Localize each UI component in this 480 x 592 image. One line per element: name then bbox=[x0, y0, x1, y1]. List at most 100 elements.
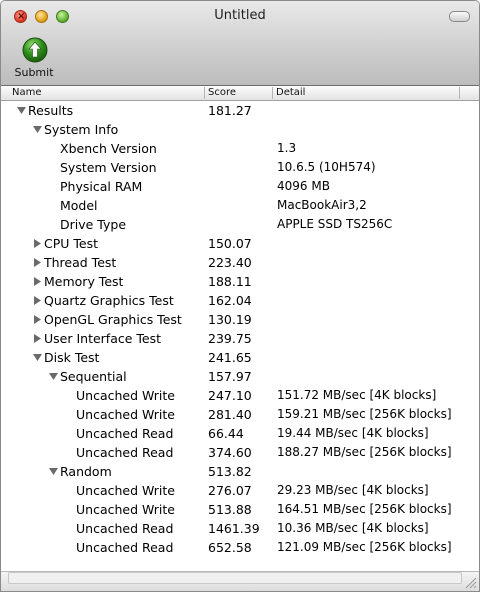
submit-label: Submit bbox=[14, 66, 54, 79]
resize-grip-icon[interactable] bbox=[463, 575, 477, 589]
disclosure-triangle-open-icon[interactable] bbox=[33, 353, 42, 362]
outline-row[interactable]: System Version 10.6.5 (10H574) bbox=[1, 158, 479, 177]
outline-row[interactable]: Physical RAM 4096 MB bbox=[1, 177, 479, 196]
row-name: Uncached Read bbox=[76, 445, 174, 460]
row-name: Drive Type bbox=[60, 217, 127, 232]
horizontal-scrollbar[interactable] bbox=[8, 572, 462, 584]
outline-row[interactable]: CPU Test 150.07 bbox=[1, 234, 479, 253]
row-score: 513.82 bbox=[208, 464, 252, 479]
row-score: 239.75 bbox=[208, 331, 252, 346]
row-name: Thread Test bbox=[44, 255, 117, 270]
row-detail: 10.36 MB/sec [4K blocks] bbox=[277, 521, 429, 535]
row-detail: APPLE SSD TS256C bbox=[277, 217, 393, 231]
disclosure-triangle-open-icon[interactable] bbox=[17, 106, 26, 115]
row-score: 276.07 bbox=[208, 483, 252, 498]
row-detail: 29.23 MB/sec [4K blocks] bbox=[277, 483, 429, 497]
outline-row[interactable]: Uncached Write 281.40 159.21 MB/sec [256K … bbox=[1, 405, 479, 424]
window-title: Untitled bbox=[214, 8, 266, 23]
outline-row[interactable]: Model MacBookAir3,2 bbox=[1, 196, 479, 215]
row-detail: 188.27 MB/sec [256K blocks] bbox=[277, 445, 452, 459]
outline-row[interactable]: Random 513.82 bbox=[1, 462, 479, 481]
row-score: 374.60 bbox=[208, 445, 252, 460]
row-name: Sequential bbox=[60, 369, 127, 384]
disclosure-triangle-closed-icon[interactable] bbox=[33, 334, 42, 343]
column-header-name[interactable]: Name bbox=[9, 86, 204, 100]
row-name: Random bbox=[60, 464, 112, 479]
disclosure-triangle-closed-icon[interactable] bbox=[33, 277, 42, 286]
row-score: 66.44 bbox=[208, 426, 244, 441]
row-score: 281.40 bbox=[208, 407, 252, 422]
row-score: 247.10 bbox=[208, 388, 252, 403]
row-score: 150.07 bbox=[208, 236, 252, 251]
row-score: 162.04 bbox=[208, 293, 252, 308]
toolbar-toggle-button[interactable] bbox=[449, 11, 470, 22]
outline-row[interactable]: Uncached Read 374.60 188.27 MB/sec [256K b… bbox=[1, 443, 479, 462]
disclosure-triangle-closed-icon[interactable] bbox=[33, 239, 42, 248]
submit-arrow-icon bbox=[22, 37, 48, 63]
row-name: System Info bbox=[44, 122, 119, 137]
row-detail: 1.3 bbox=[277, 141, 297, 155]
row-name: Uncached Read bbox=[76, 540, 174, 555]
row-name: System Version bbox=[60, 160, 157, 175]
disclosure-triangle-closed-icon[interactable] bbox=[33, 315, 42, 324]
row-score: 223.40 bbox=[208, 255, 252, 270]
row-detail: MacBookAir3,2 bbox=[277, 198, 367, 212]
outline-row[interactable]: Results 181.27 bbox=[1, 101, 479, 120]
column-header-score[interactable]: Score bbox=[205, 86, 272, 100]
outline-row[interactable]: Uncached Read 1461.39 10.36 MB/sec [4K blo… bbox=[1, 519, 479, 538]
row-name: Uncached Read bbox=[76, 426, 174, 441]
disclosure-triangle-open-icon[interactable] bbox=[49, 372, 58, 381]
outline-row[interactable]: Quartz Graphics Test 162.04 bbox=[1, 291, 479, 310]
row-name: Results bbox=[28, 103, 74, 118]
disclosure-triangle-open-icon[interactable] bbox=[33, 125, 42, 134]
outline-row[interactable]: Uncached Read 652.58 121.09 MB/sec [256K b… bbox=[1, 538, 479, 557]
row-name: CPU Test bbox=[44, 236, 99, 251]
outline-row[interactable]: Disk Test 241.65 bbox=[1, 348, 479, 367]
row-score: 652.58 bbox=[208, 540, 252, 555]
outline-row[interactable]: OpenGL Graphics Test 130.19 bbox=[1, 310, 479, 329]
column-header: Name Score Detail bbox=[1, 86, 479, 101]
row-name: Physical RAM bbox=[60, 179, 143, 194]
outline-row[interactable]: Xbench Version 1.3 bbox=[1, 139, 479, 158]
row-detail: 164.51 MB/sec [256K blocks] bbox=[277, 502, 452, 516]
column-header-detail[interactable]: Detail bbox=[273, 86, 459, 100]
disclosure-triangle-open-icon[interactable] bbox=[49, 467, 58, 476]
row-name: Uncached Write bbox=[76, 388, 175, 403]
row-score: 181.27 bbox=[208, 103, 252, 118]
outline-row[interactable]: Thread Test 223.40 bbox=[1, 253, 479, 272]
app-window: × Untitled Submit Name Score Detail Resu… bbox=[0, 0, 480, 592]
row-name: Uncached Write bbox=[76, 502, 175, 517]
outline-row[interactable]: User Interface Test 239.75 bbox=[1, 329, 479, 348]
row-name: User Interface Test bbox=[44, 331, 162, 346]
row-name: Uncached Read bbox=[76, 521, 174, 536]
row-score: 130.19 bbox=[208, 312, 252, 327]
row-detail: 121.09 MB/sec [256K blocks] bbox=[277, 540, 452, 554]
row-detail: 10.6.5 (10H574) bbox=[277, 160, 376, 174]
outline-row[interactable]: Memory Test 188.11 bbox=[1, 272, 479, 291]
row-score: 1461.39 bbox=[208, 521, 260, 536]
row-name: Disk Test bbox=[44, 350, 100, 365]
row-detail: 159.21 MB/sec [256K blocks] bbox=[277, 407, 452, 421]
disclosure-triangle-closed-icon[interactable] bbox=[33, 258, 42, 267]
outline-row[interactable]: Uncached Write 513.88 164.51 MB/sec [256K … bbox=[1, 500, 479, 519]
row-score: 157.97 bbox=[208, 369, 252, 384]
outline-row[interactable]: Uncached Read 66.44 19.44 MB/sec [4K block… bbox=[1, 424, 479, 443]
title-bar[interactable]: × Untitled Submit bbox=[1, 1, 479, 86]
row-detail: 4096 MB bbox=[277, 179, 330, 193]
row-score: 241.65 bbox=[208, 350, 252, 365]
row-name: Quartz Graphics Test bbox=[44, 293, 174, 308]
outline-row[interactable]: Uncached Write 276.07 29.23 MB/sec [4K blo… bbox=[1, 481, 479, 500]
outline-row[interactable]: Uncached Write 247.10 151.72 MB/sec [4K bl… bbox=[1, 386, 479, 405]
row-score: 188.11 bbox=[208, 274, 252, 289]
outline-row[interactable]: Drive Type APPLE SSD TS256C bbox=[1, 215, 479, 234]
disclosure-triangle-closed-icon[interactable] bbox=[33, 296, 42, 305]
row-name: Uncached Write bbox=[76, 407, 175, 422]
submit-button[interactable]: Submit bbox=[11, 35, 57, 83]
outline-row[interactable]: Sequential 157.97 bbox=[1, 367, 479, 386]
outline-row[interactable]: System Info bbox=[1, 120, 479, 139]
row-score: 513.88 bbox=[208, 502, 252, 517]
row-detail: 19.44 MB/sec [4K blocks] bbox=[277, 426, 429, 440]
row-detail: 151.72 MB/sec [4K blocks] bbox=[277, 388, 437, 402]
row-name: Memory Test bbox=[44, 274, 124, 289]
column-divider[interactable] bbox=[459, 87, 460, 99]
